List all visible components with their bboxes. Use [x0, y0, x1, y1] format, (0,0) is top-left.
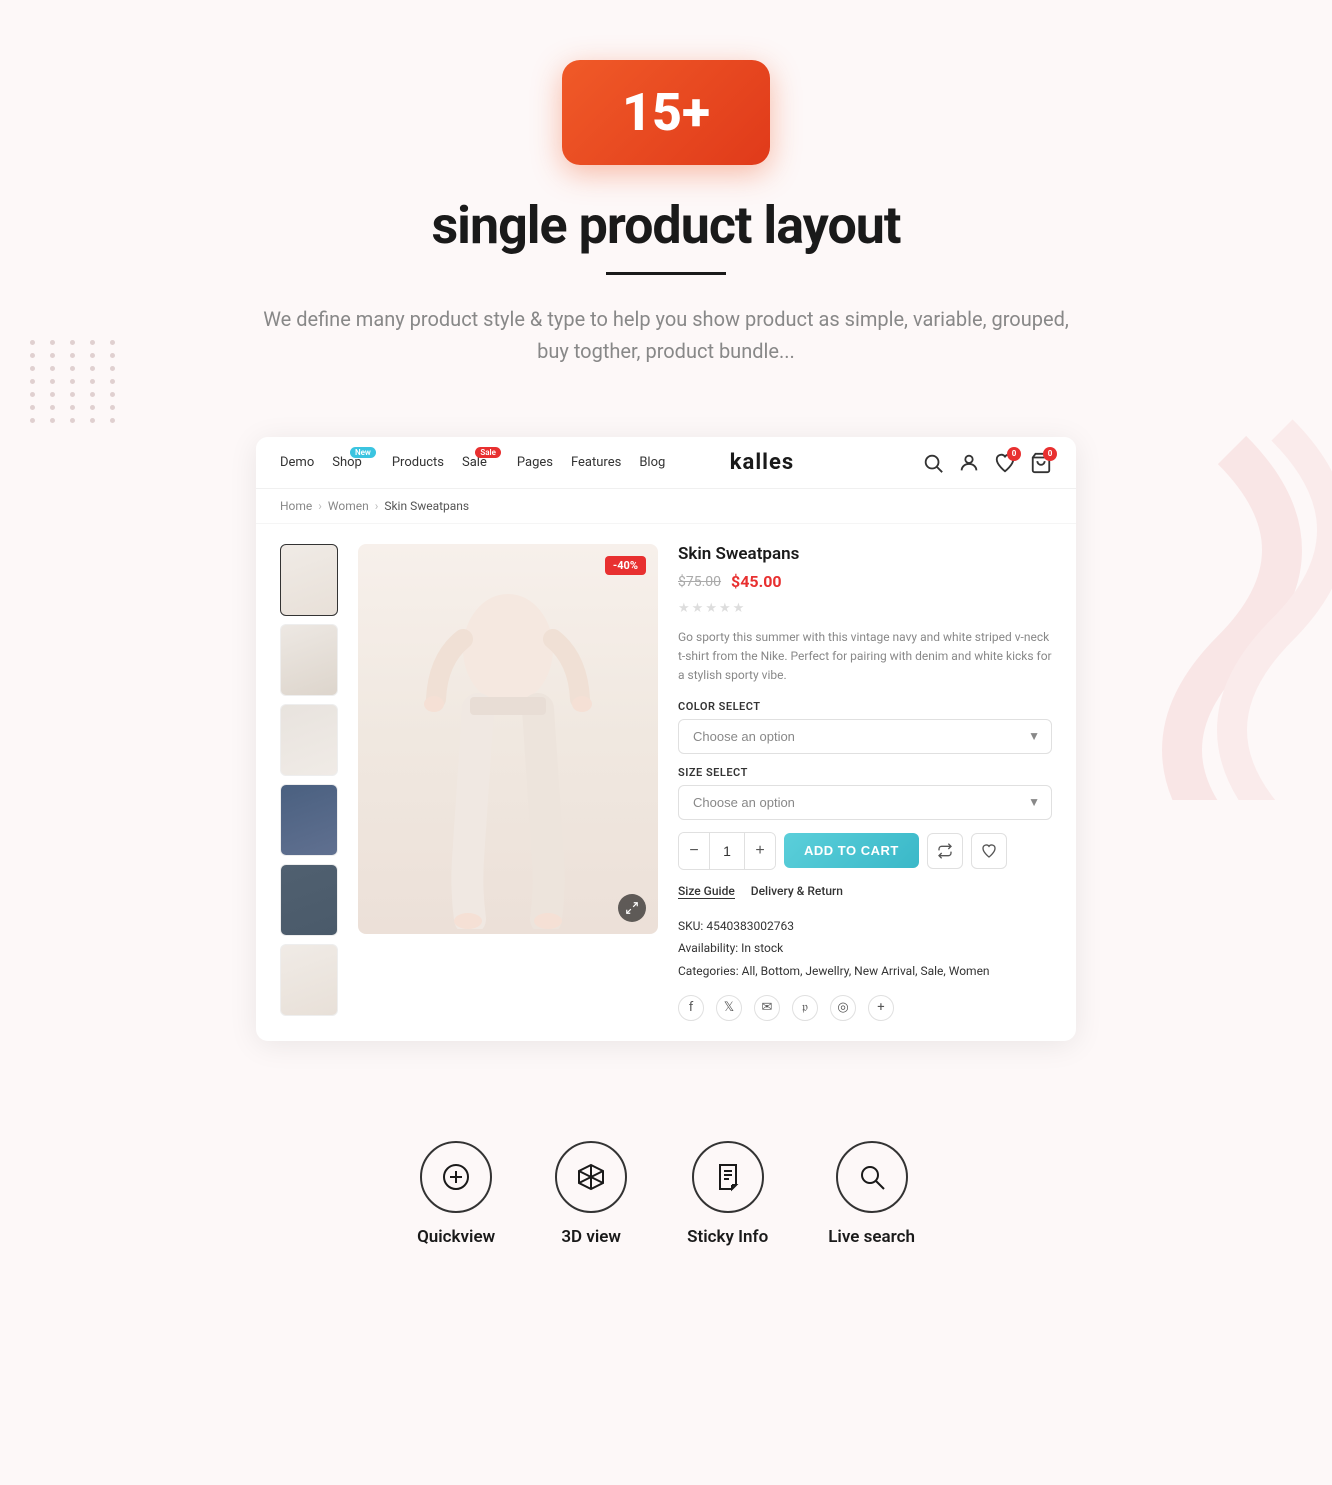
quantity-input[interactable]: [709, 833, 745, 869]
features-row: Quickview 3D view Sticky Info: [0, 1091, 1332, 1307]
3d-view-icon-wrap: [555, 1141, 627, 1213]
size-select-label: SIZE SELECT: [678, 766, 1052, 779]
product-sku: SKU: 4540383002763: [678, 915, 1052, 938]
breadcrumb-home[interactable]: Home: [280, 499, 312, 513]
size-select-wrap: Choose an option ▼: [678, 785, 1052, 820]
wave-decoration-right: [1032, 400, 1332, 800]
navbar: Demo Shop New Products Sale Sale Pages F…: [256, 437, 1076, 489]
product-description: Go sporty this summer with this vintage …: [678, 628, 1052, 686]
product-thumbnails: [280, 544, 342, 1021]
cart-icon[interactable]: 0: [1030, 452, 1052, 474]
thumbnail-5[interactable]: [280, 864, 338, 936]
product-links: Size Guide Delivery & Return: [678, 884, 1052, 899]
nav-link-sale[interactable]: Sale Sale: [462, 455, 487, 470]
live-search-label: Live search: [828, 1227, 915, 1247]
product-layout: -40%: [256, 524, 1076, 1041]
nav-icons: 0 0: [859, 452, 1052, 474]
nav-link-features[interactable]: Features: [571, 455, 621, 470]
quantity-control: − +: [678, 832, 776, 870]
product-title: Skin Sweatpans: [678, 544, 1052, 564]
product-availability: Availability: In stock: [678, 937, 1052, 960]
nav-link-shop[interactable]: Shop New: [332, 455, 362, 470]
thumbnail-2[interactable]: [280, 624, 338, 696]
feature-sticky-info: Sticky Info: [687, 1141, 768, 1247]
thumbnail-6[interactable]: [280, 944, 338, 1016]
sticky-info-icon-wrap: [692, 1141, 764, 1213]
hero-description: We define many product style & type to h…: [256, 303, 1076, 367]
product-meta: SKU: 4540383002763 Availability: In stoc…: [678, 915, 1052, 983]
nav-link-blog[interactable]: Blog: [639, 455, 665, 470]
new-badge: New: [350, 447, 376, 458]
thumbnail-4[interactable]: [280, 784, 338, 856]
product-rating: ★ ★ ★ ★ ★: [678, 601, 1052, 616]
account-icon[interactable]: [958, 452, 980, 474]
messenger-share-icon[interactable]: ◎: [830, 995, 856, 1021]
3d-view-label: 3D view: [561, 1227, 621, 1247]
product-categories: Categories: All, Bottom, Jewellry, New A…: [678, 960, 1052, 983]
product-info: Skin Sweatpans $75.00 $45.00 ★ ★ ★ ★ ★ G…: [674, 544, 1052, 1021]
color-select[interactable]: Choose an option: [678, 719, 1052, 754]
nav-link-pages[interactable]: Pages: [517, 455, 553, 470]
add-to-cart-button[interactable]: ADD TO CART: [784, 833, 919, 868]
product-price: $75.00 $45.00: [678, 572, 1052, 591]
search-icon[interactable]: [922, 452, 944, 474]
color-select-label: COLOR SELECT: [678, 700, 1052, 713]
wishlist-count: 0: [1007, 447, 1021, 461]
hero-divider: [606, 272, 726, 275]
counter-badge: 15+: [562, 60, 770, 165]
feature-3d-view: 3D view: [555, 1141, 627, 1247]
delivery-return-link[interactable]: Delivery & Return: [751, 884, 843, 899]
product-price-old: $75.00: [678, 574, 721, 590]
qty-increase-button[interactable]: +: [745, 833, 775, 869]
wishlist-icon[interactable]: 0: [994, 452, 1016, 474]
feature-live-search: Live search: [828, 1141, 915, 1247]
cart-count: 0: [1043, 447, 1057, 461]
sale-badge: Sale: [475, 447, 501, 458]
product-demo-card: Demo Shop New Products Sale Sale Pages F…: [256, 437, 1076, 1041]
product-svg: [408, 549, 608, 929]
twitter-share-icon[interactable]: 𝕏: [716, 995, 742, 1021]
compare-button[interactable]: [927, 833, 963, 869]
more-share-icon[interactable]: +: [868, 995, 894, 1021]
hero-section: 15+ single product layout We define many…: [0, 0, 1332, 397]
quickview-icon-wrap: [420, 1141, 492, 1213]
nav-link-products[interactable]: Products: [392, 455, 444, 470]
quickview-label: Quickview: [417, 1227, 495, 1247]
wishlist-button[interactable]: [971, 833, 1007, 869]
breadcrumb: Home › Women › Skin Sweatpans: [256, 489, 1076, 524]
thumbnail-1[interactable]: [280, 544, 338, 616]
email-share-icon[interactable]: ✉: [754, 995, 780, 1021]
breadcrumb-current: Skin Sweatpans: [384, 499, 469, 513]
expand-button[interactable]: [618, 894, 646, 922]
live-search-icon-wrap: [836, 1141, 908, 1213]
facebook-share-icon[interactable]: f: [678, 995, 704, 1021]
nav-links: Demo Shop New Products Sale Sale Pages F…: [280, 455, 665, 470]
nav-logo: kalles: [665, 450, 858, 475]
nav-link-demo[interactable]: Demo: [280, 455, 314, 470]
pinterest-share-icon[interactable]: 𝔭: [792, 995, 818, 1021]
thumbnail-3[interactable]: [280, 704, 338, 776]
size-guide-link[interactable]: Size Guide: [678, 884, 735, 899]
product-sale-badge: -40%: [605, 556, 646, 575]
hero-title: single product layout: [20, 195, 1312, 256]
product-main-image: -40%: [358, 544, 658, 934]
sticky-info-label: Sticky Info: [687, 1227, 768, 1247]
feature-quickview: Quickview: [417, 1141, 495, 1247]
product-visual: [358, 544, 658, 934]
social-share: f 𝕏 ✉ 𝔭 ◎ +: [678, 995, 1052, 1021]
breadcrumb-women[interactable]: Women: [328, 499, 369, 513]
product-price-new: $45.00: [731, 572, 782, 591]
size-select[interactable]: Choose an option: [678, 785, 1052, 820]
add-to-cart-row: − + ADD TO CART: [678, 832, 1052, 870]
qty-decrease-button[interactable]: −: [679, 833, 709, 869]
color-select-wrap: Choose an option ▼: [678, 719, 1052, 754]
